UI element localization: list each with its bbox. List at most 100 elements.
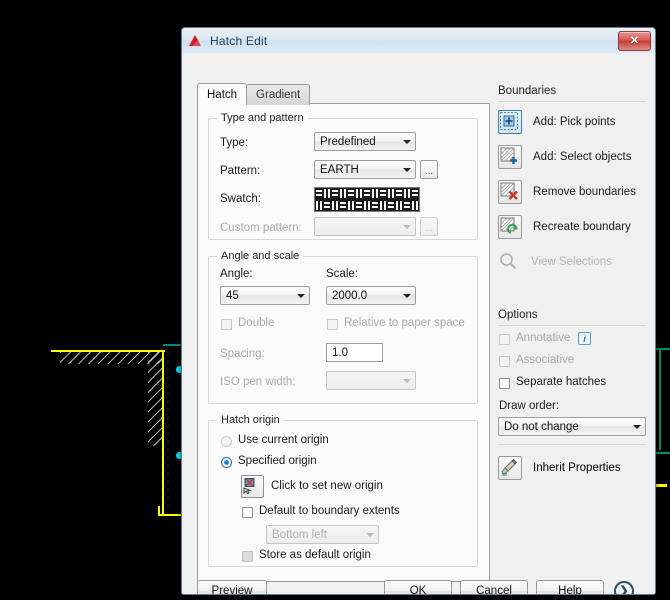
view-selections-icon bbox=[498, 251, 520, 273]
boundary-item-view-selections: View Selections bbox=[498, 248, 646, 275]
boundary-item-add-pick-points[interactable]: Add: Pick points bbox=[498, 108, 646, 135]
relative-to-paper-space-checkbox bbox=[327, 319, 338, 330]
pattern-label: Pattern: bbox=[220, 165, 261, 177]
relative-to-paper-space-label: Relative to paper space bbox=[344, 317, 465, 329]
scale-combobox[interactable]: 2000.0 bbox=[326, 286, 416, 305]
angle-label: Angle: bbox=[220, 268, 253, 280]
remove-boundaries-icon bbox=[498, 179, 522, 204]
dialog-body: Hatch Gradient Type and pattern Type: Pr… bbox=[182, 53, 655, 594]
cad-footing-riser bbox=[158, 506, 160, 516]
boundaries-section: Boundaries Add: Pick points Add: Select … bbox=[498, 85, 646, 283]
cad-hatch-region-top bbox=[60, 352, 162, 364]
pattern-browse-button[interactable]: ... bbox=[420, 160, 438, 179]
swatch-label: Swatch: bbox=[220, 193, 261, 205]
associative-label: Associative bbox=[516, 354, 575, 366]
draw-order-row: Draw order: Do not change bbox=[498, 400, 646, 438]
type-and-pattern-label: Type and pattern bbox=[217, 112, 308, 124]
use-current-origin-radio[interactable] bbox=[221, 436, 232, 447]
double-label: Double bbox=[238, 317, 275, 329]
hatch-edit-dialog: Hatch Edit ✕ Hatch Gradient Type and pat… bbox=[181, 27, 656, 595]
chevron-down-icon bbox=[362, 532, 378, 537]
angle-and-scale-label: Angle and scale bbox=[217, 250, 304, 262]
options-divider bbox=[498, 325, 646, 326]
pattern-swatch[interactable] bbox=[314, 187, 420, 212]
tab-hatch[interactable]: Hatch bbox=[197, 83, 248, 105]
cad-grade-vertical-right bbox=[659, 350, 661, 450]
cancel-button[interactable]: Cancel bbox=[460, 580, 528, 594]
angle-and-scale-group: Angle and scale Angle: 45 Scale: 2000.0 … bbox=[208, 250, 478, 404]
boundary-item-recreate-boundary[interactable]: Recreate boundary bbox=[498, 213, 646, 240]
annotative-info-icon[interactable]: i bbox=[578, 332, 591, 345]
draw-order-value: Do not change bbox=[504, 420, 579, 433]
boundary-item-remove-boundaries[interactable]: Remove boundaries bbox=[498, 178, 646, 205]
pattern-value: EARTH bbox=[320, 163, 359, 176]
default-to-boundary-extents-label: Default to boundary extents bbox=[259, 505, 400, 517]
hatch-origin-label: Hatch origin bbox=[217, 414, 284, 426]
specified-origin-radio[interactable] bbox=[221, 457, 232, 468]
double-checkbox bbox=[221, 319, 232, 330]
chevron-down-icon bbox=[399, 224, 415, 229]
scale-value: 2000.0 bbox=[332, 289, 368, 302]
chevron-down-icon bbox=[399, 293, 415, 298]
iso-pen-width-combobox bbox=[326, 371, 416, 390]
cad-dashed-line bbox=[167, 352, 169, 512]
annotative-row: Annotative i bbox=[498, 332, 646, 354]
separate-hatches-row[interactable]: Separate hatches bbox=[498, 376, 646, 400]
preview-button[interactable]: Preview bbox=[197, 580, 267, 594]
boundary-extents-value: Bottom left bbox=[272, 528, 327, 541]
custom-pattern-combobox bbox=[314, 217, 416, 236]
chevron-down-icon bbox=[293, 293, 309, 298]
chevron-down-icon bbox=[399, 378, 415, 383]
inherit-properties-icon bbox=[498, 456, 522, 480]
type-and-pattern-group: Type and pattern Type: Predefined Patter… bbox=[208, 112, 478, 240]
store-as-default-origin-label: Store as default origin bbox=[259, 549, 371, 561]
add-select-objects-icon bbox=[498, 144, 522, 169]
help-button[interactable]: Help bbox=[536, 580, 604, 594]
custom-pattern-browse-button: ... bbox=[420, 217, 438, 236]
boundary-item-add-select-objects[interactable]: Add: Select objects bbox=[498, 143, 646, 170]
chevron-right-icon: ❯ bbox=[619, 584, 629, 595]
type-combobox[interactable]: Predefined bbox=[314, 132, 416, 151]
angle-combobox[interactable]: 45 bbox=[220, 286, 310, 305]
click-to-set-new-origin-button[interactable] bbox=[241, 475, 264, 498]
close-button[interactable]: ✕ bbox=[618, 31, 651, 51]
specified-origin-label: Specified origin bbox=[238, 455, 317, 467]
dialog-titlebar[interactable]: Hatch Edit ✕ bbox=[182, 28, 655, 54]
chevron-down-icon bbox=[399, 167, 415, 172]
expand-dialog-button[interactable]: ❯ bbox=[614, 581, 634, 595]
type-label: Type: bbox=[220, 137, 249, 149]
annotative-label: Annotative bbox=[516, 332, 571, 344]
chevron-down-icon bbox=[399, 139, 415, 144]
boundary-label-add-select-objects: Add: Select objects bbox=[533, 150, 632, 163]
boundary-label-add-pick-points: Add: Pick points bbox=[533, 115, 616, 128]
boundary-label-remove-boundaries: Remove boundaries bbox=[533, 185, 636, 198]
spacing-label: Spacing: bbox=[220, 348, 265, 360]
cad-footing bbox=[158, 514, 182, 516]
hatch-origin-group: Hatch origin Use current origin Specifie… bbox=[208, 414, 478, 567]
inherit-properties-item[interactable]: Inherit Properties bbox=[498, 456, 621, 480]
set-origin-icon bbox=[243, 478, 255, 495]
recreate-boundary-icon bbox=[498, 214, 522, 239]
boundary-label-recreate-boundary: Recreate boundary bbox=[533, 220, 631, 233]
use-current-origin-label: Use current origin bbox=[238, 434, 329, 446]
separate-hatches-checkbox[interactable] bbox=[499, 378, 510, 389]
spacing-value: 1.0 bbox=[332, 346, 348, 359]
autocad-icon bbox=[188, 34, 203, 48]
dialog-title: Hatch Edit bbox=[210, 33, 268, 48]
draw-order-combobox[interactable]: Do not change bbox=[498, 417, 646, 436]
type-value: Predefined bbox=[320, 135, 376, 148]
click-to-set-new-origin-label: Click to set new origin bbox=[271, 480, 383, 492]
cad-grade-line-right-2 bbox=[656, 452, 670, 454]
annotative-checkbox bbox=[499, 334, 510, 345]
store-as-default-origin-checkbox[interactable] bbox=[242, 551, 253, 562]
spacing-input[interactable]: 1.0 bbox=[326, 343, 383, 362]
tab-bar: Hatch Gradient bbox=[197, 83, 311, 105]
boundary-extents-combobox: Bottom left bbox=[266, 525, 379, 544]
pattern-combobox[interactable]: EARTH bbox=[314, 160, 416, 179]
ok-button[interactable]: OK bbox=[384, 580, 452, 594]
boundaries-divider bbox=[498, 101, 646, 102]
default-to-boundary-extents-checkbox[interactable] bbox=[242, 507, 253, 518]
tab-gradient[interactable]: Gradient bbox=[246, 84, 311, 105]
hatch-settings-panel: Type and pattern Type: Predefined Patter… bbox=[197, 103, 490, 582]
inherit-properties-label: Inherit Properties bbox=[533, 462, 621, 474]
